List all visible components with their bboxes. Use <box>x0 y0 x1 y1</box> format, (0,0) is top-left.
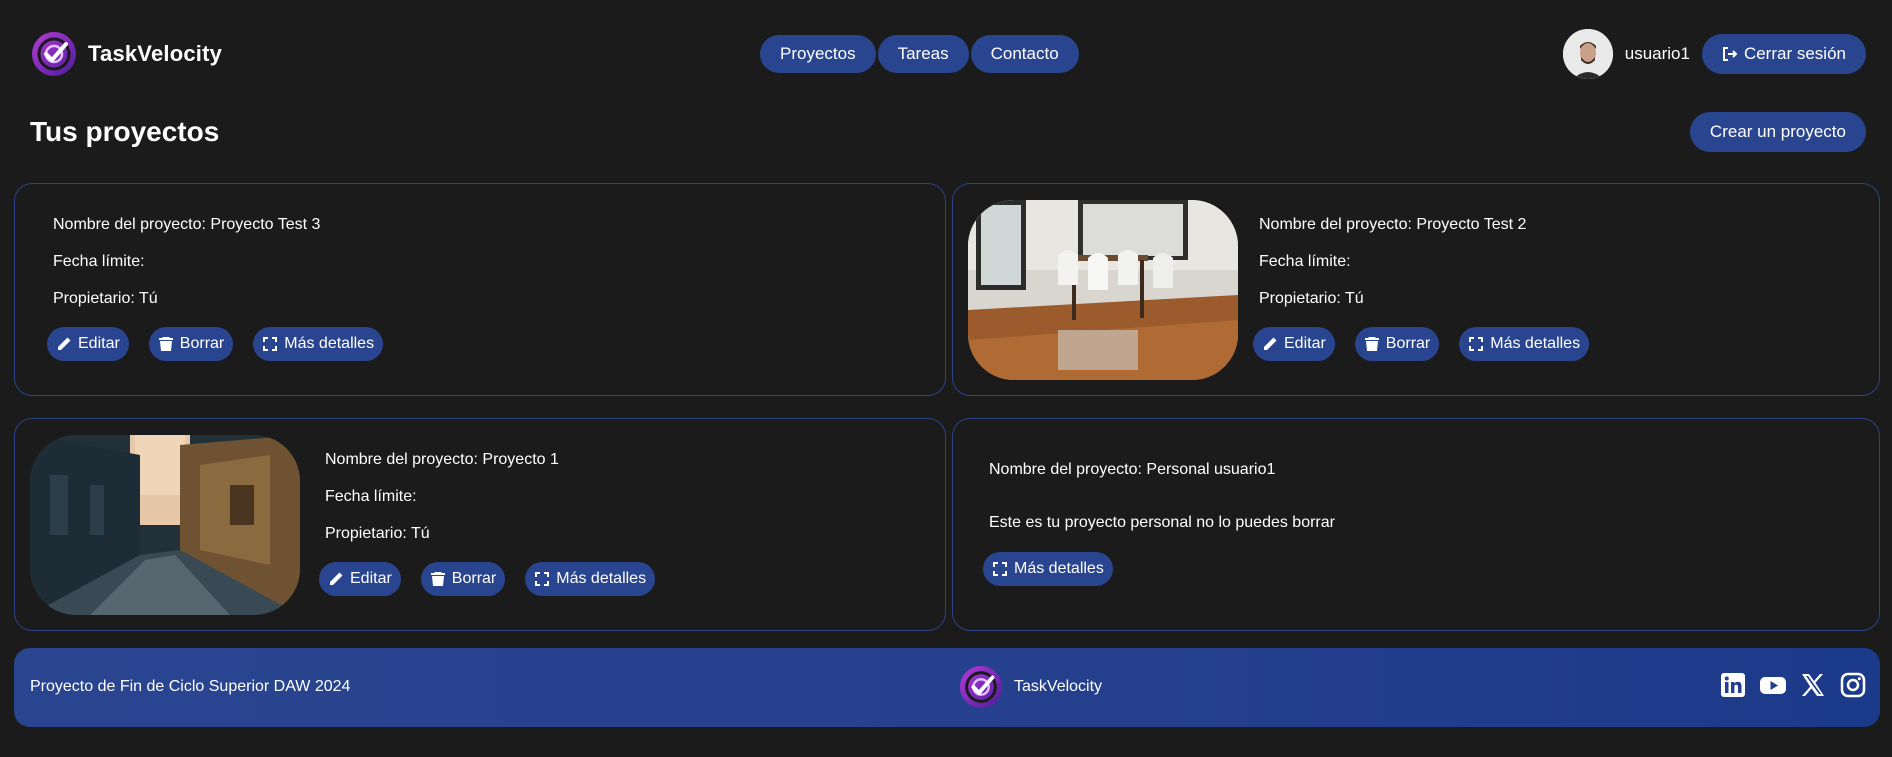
project-info: Nombre del proyecto: Proyecto Test 3 Fec… <box>47 214 384 361</box>
user-photo-icon <box>1562 29 1613 79</box>
details-button[interactable]: Más detalles <box>983 552 1113 586</box>
street-photo-icon <box>30 435 300 615</box>
footer-text: Proyecto de Fin de Ciclo Superior DAW 20… <box>30 678 351 695</box>
linkedin-icon[interactable] <box>1720 672 1746 698</box>
details-button[interactable]: Más detalles <box>525 562 656 596</box>
nav-contacto[interactable]: Contacto <box>970 35 1079 73</box>
create-project-button[interactable]: Crear un proyecto <box>1689 112 1866 152</box>
delete-label: Borrar <box>1385 335 1431 352</box>
pencil-icon <box>1262 336 1278 352</box>
trash-icon <box>430 571 446 587</box>
delete-button[interactable]: Borrar <box>420 562 506 596</box>
main-nav: Proyectos Tareas Contacto <box>760 35 1081 73</box>
delete-button[interactable]: Borrar <box>148 327 234 361</box>
project-deadline: Fecha límite: <box>53 253 145 270</box>
trash-icon <box>1364 336 1380 352</box>
project-image <box>968 200 1238 380</box>
project-info: Nombre del proyecto: Proyecto 1 Fecha lí… <box>319 449 656 596</box>
sign-out-icon <box>1722 47 1738 61</box>
footer-brand-name: TaskVelocity <box>1014 678 1103 695</box>
expand-icon <box>1468 336 1484 352</box>
project-info: Nombre del proyecto: Personal usuario1 E… <box>983 459 1335 586</box>
top-navbar: TaskVelocity Proyectos Tareas Contacto u… <box>0 0 1892 110</box>
edit-label: Editar <box>1284 335 1326 352</box>
taskvelocity-logo-icon <box>958 664 1004 710</box>
project-info: Nombre del proyecto: Proyecto Test 2 Fec… <box>1253 214 1590 361</box>
project-image <box>30 435 300 615</box>
details-label: Más detalles <box>1014 560 1104 577</box>
project-actions: Editar Borrar Más detalles <box>47 327 384 361</box>
instagram-icon[interactable] <box>1840 672 1866 698</box>
title-row: Tus proyectos Crear un proyecto <box>30 112 1866 154</box>
project-card: Nombre del proyecto: Proyecto Test 2 Fec… <box>952 183 1880 396</box>
pencil-icon <box>328 571 344 587</box>
edit-button[interactable]: Editar <box>47 327 129 361</box>
personal-project-note: Este es tu proyecto personal no lo puede… <box>989 514 1335 531</box>
expand-icon <box>262 336 278 352</box>
project-name: Nombre del proyecto: Proyecto 1 <box>325 451 559 468</box>
edit-label: Editar <box>350 570 392 587</box>
delete-button[interactable]: Borrar <box>1354 327 1440 361</box>
brand-name: TaskVelocity <box>88 41 223 66</box>
edit-label: Editar <box>78 335 120 352</box>
avatar[interactable] <box>1562 29 1613 79</box>
details-label: Más detalles <box>1490 335 1581 352</box>
details-label: Más detalles <box>556 570 647 587</box>
trash-icon <box>158 336 174 352</box>
edit-button[interactable]: Editar <box>1253 327 1335 361</box>
project-deadline: Fecha límite: <box>325 488 417 505</box>
edit-button[interactable]: Editar <box>319 562 401 596</box>
project-card: Nombre del proyecto: Proyecto Test 3 Fec… <box>14 183 946 396</box>
pencil-icon <box>56 336 72 352</box>
delete-label: Borrar <box>451 570 497 587</box>
dining-room-photo-icon <box>968 200 1238 380</box>
nav-proyectos[interactable]: Proyectos <box>760 35 876 73</box>
nav-tareas[interactable]: Tareas <box>877 35 969 73</box>
project-owner: Propietario: Tú <box>325 525 430 542</box>
project-name: Nombre del proyecto: Proyecto Test 3 <box>53 216 321 233</box>
taskvelocity-logo-icon <box>30 30 78 78</box>
project-deadline: Fecha límite: <box>1259 253 1351 270</box>
project-owner: Propietario: Tú <box>1259 290 1364 307</box>
logout-button[interactable]: Cerrar sesión <box>1701 34 1866 74</box>
project-actions: Más detalles <box>983 552 1335 586</box>
logout-label: Cerrar sesión <box>1743 44 1846 63</box>
username: usuario1 <box>1624 44 1690 63</box>
project-owner: Propietario: Tú <box>53 290 158 307</box>
details-button[interactable]: Más detalles <box>253 327 384 361</box>
youtube-icon[interactable] <box>1760 672 1786 698</box>
project-actions: Editar Borrar Más detalles <box>1253 327 1590 361</box>
brand[interactable]: TaskVelocity <box>30 30 222 78</box>
details-label: Más detalles <box>284 335 375 352</box>
user-area: usuario1 Cerrar sesión <box>1562 29 1866 79</box>
project-card: Nombre del proyecto: Proyecto 1 Fecha lí… <box>14 418 946 631</box>
expand-icon <box>992 561 1008 577</box>
footer-brand[interactable]: TaskVelocity <box>958 664 1102 710</box>
project-actions: Editar Borrar Más detalles <box>319 562 656 596</box>
footer: Proyecto de Fin de Ciclo Superior DAW 20… <box>14 648 1880 727</box>
personal-project-card: Nombre del proyecto: Personal usuario1 E… <box>952 418 1880 631</box>
project-name: Nombre del proyecto: Proyecto Test 2 <box>1259 216 1527 233</box>
project-name: Nombre del proyecto: Personal usuario1 <box>989 461 1276 478</box>
x-icon[interactable] <box>1800 672 1826 698</box>
details-button[interactable]: Más detalles <box>1459 327 1590 361</box>
delete-label: Borrar <box>179 335 225 352</box>
social-links <box>1720 672 1866 698</box>
page-title: Tus proyectos <box>30 116 220 147</box>
expand-icon <box>534 571 550 587</box>
